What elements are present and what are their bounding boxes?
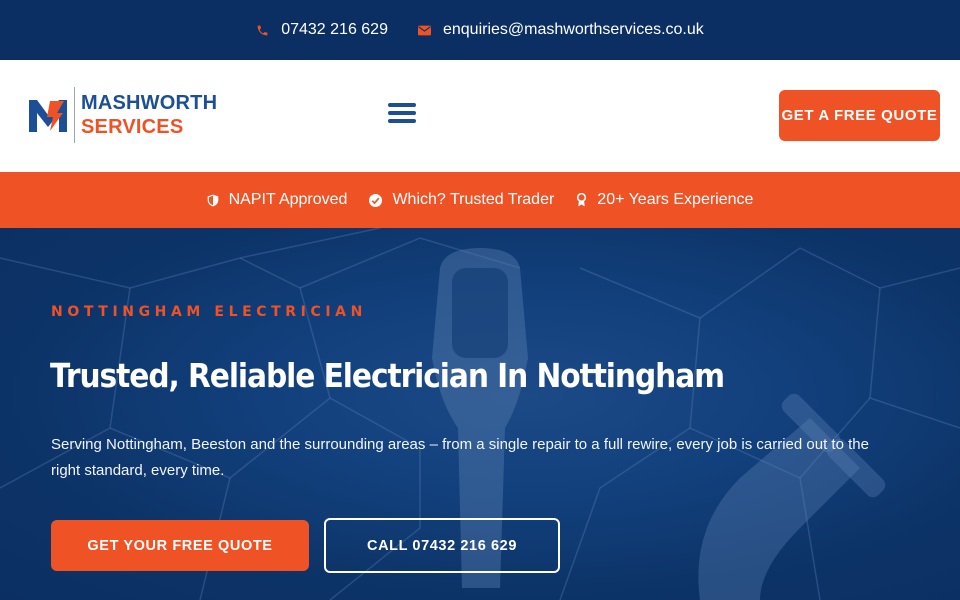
email-address: enquiries@mashworthservices.co.uk — [442, 21, 704, 38]
trust-label: Which? Trusted Trader — [392, 191, 555, 208]
trust-item-experience: 20+ Years Experience — [576, 191, 753, 209]
check-circle-icon — [369, 193, 383, 207]
hero-eyebrow: NOTTINGHAM ELECTRICIAN — [51, 304, 367, 320]
call-button[interactable]: CALL 07432 216 629 — [324, 518, 560, 573]
logo-divider — [74, 87, 75, 143]
phone-link[interactable]: 07432 216 629 — [256, 21, 388, 39]
logo-mark-icon — [29, 100, 67, 132]
shield-icon — [207, 194, 218, 206]
contact-bar: 07432 216 629 enquiries@mashworthservice… — [0, 0, 960, 60]
envelope-icon — [417, 25, 431, 35]
hero-description: Serving Nottingham, Beeston and the surr… — [51, 436, 869, 479]
hamburger-menu-icon[interactable] — [388, 103, 418, 129]
trust-item-napit: NAPIT Approved — [207, 191, 348, 209]
phone-number: 07432 216 629 — [281, 21, 388, 38]
logo-line1: MASHWORTH — [81, 92, 218, 114]
free-quote-button[interactable]: GET YOUR FREE QUOTE — [51, 520, 309, 571]
logo-wordmark: MASHWORTH SERVICES — [81, 93, 217, 137]
hero-section: NOTTINGHAM ELECTRICIAN Trusted, Reliable… — [0, 228, 960, 600]
trust-item-which: Which? Trusted Trader — [369, 191, 554, 209]
email-link[interactable]: enquiries@mashworthservices.co.uk — [417, 21, 704, 39]
header-quote-button[interactable]: GET A FREE QUOTE — [779, 90, 940, 141]
hero-title: Trusted, Reliable Electrician In Notting… — [50, 356, 725, 395]
logo-line2: SERVICES — [81, 116, 184, 138]
award-icon — [577, 193, 587, 207]
trust-bar: NAPIT Approved Which? Trusted Trader 20+… — [0, 172, 960, 228]
trust-label: NAPIT Approved — [228, 191, 348, 208]
phone-icon — [257, 25, 268, 35]
trust-label: 20+ Years Experience — [597, 191, 754, 208]
site-logo[interactable]: MASHWORTH SERVICES — [28, 87, 218, 143]
